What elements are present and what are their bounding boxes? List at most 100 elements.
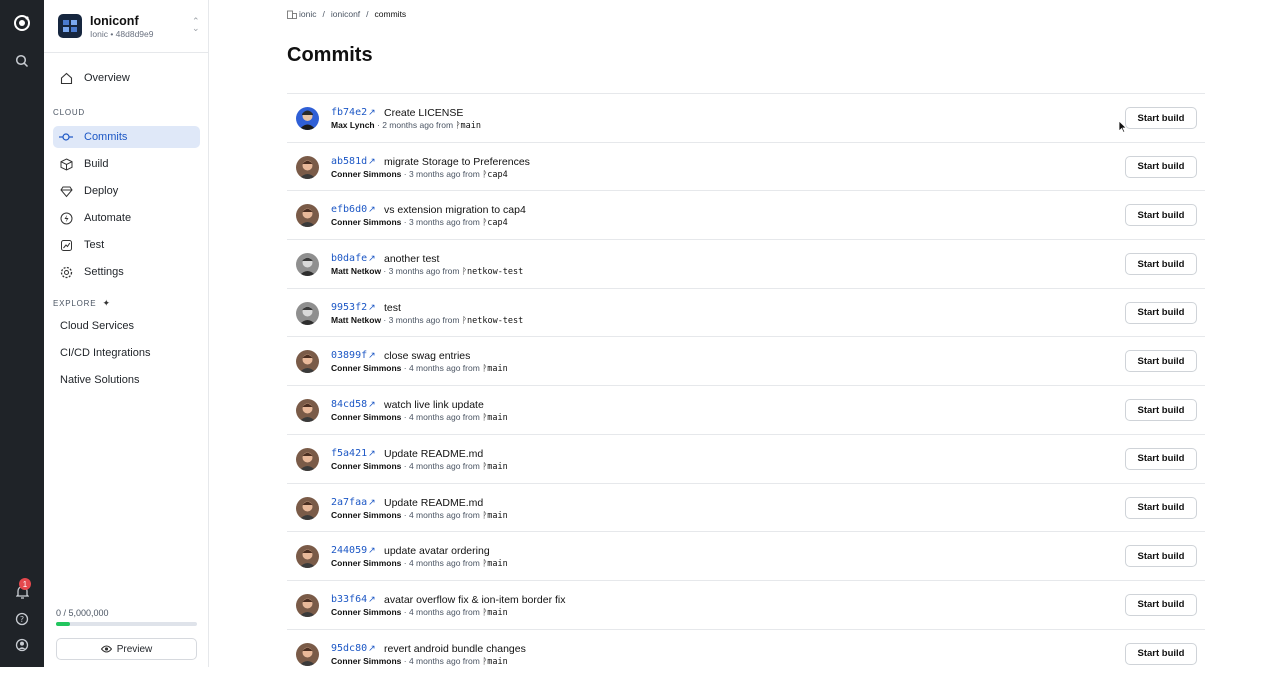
commit-hash-link[interactable]: 84cd58↗ xyxy=(331,399,376,410)
commit-meta: Conner Simmons · 4 months ago from ᚹmain xyxy=(331,363,508,375)
commit-row: f5a421↗ Update README.md Conner Simmons · … xyxy=(287,433,1205,483)
commit-author: Matt Netkow xyxy=(331,266,382,277)
commit-hash-link[interactable]: ab581d↗ xyxy=(331,156,376,167)
cube-icon xyxy=(55,157,77,171)
commit-row: b33f64↗ avatar overflow fix & ion-item bo… xyxy=(287,579,1205,629)
commit-message: another test xyxy=(384,253,440,266)
commit-time: 2 months ago from xyxy=(382,120,454,130)
commit-time: 4 months ago from xyxy=(408,363,480,374)
start-build-button[interactable]: Start build xyxy=(1125,253,1197,276)
commit-hash-link[interactable]: 9953f2↗ xyxy=(331,302,376,313)
commit-meta: Conner Simmons · 4 months ago from ᚹmain xyxy=(331,412,508,424)
start-build-button[interactable]: Start build xyxy=(1125,496,1197,519)
commit-time: 3 months ago from xyxy=(388,266,460,277)
external-link-icon: ↗ xyxy=(368,156,376,167)
nav-overview-label: Overview xyxy=(84,72,130,84)
commit-time: 4 months ago from xyxy=(408,509,480,520)
start-build-button[interactable]: Start build xyxy=(1125,301,1197,324)
nav-test-label: Test xyxy=(84,239,105,251)
bolt-icon xyxy=(55,212,77,225)
commit-hash-link[interactable]: 95dc80↗ xyxy=(331,643,376,654)
breadcrumb-org[interactable]: ionic xyxy=(299,9,316,19)
avatar xyxy=(296,545,319,569)
start-build-button[interactable]: Start build xyxy=(1125,204,1197,227)
nav-overview[interactable]: Overview xyxy=(53,67,200,89)
app-subtitle: Ionic • 48d8d9e9 xyxy=(90,29,154,39)
search-icon[interactable] xyxy=(12,51,32,71)
commit-hash-link[interactable]: efb6d0↗ xyxy=(331,204,376,215)
commit-meta: Conner Simmons · 4 months ago from ᚹmain xyxy=(331,460,508,472)
start-build-button[interactable]: Start build xyxy=(1125,447,1197,470)
commit-message: test xyxy=(384,301,401,314)
breadcrumb: ionic / ioniconf / commits xyxy=(287,9,406,19)
start-build-button[interactable]: Start build xyxy=(1125,545,1197,568)
mouse-cursor-icon xyxy=(1118,120,1128,138)
app-switcher[interactable]: Ioniconf Ionic • 48d8d9e9 ⌃ ⌄ xyxy=(58,14,200,40)
commit-author: Conner Simmons xyxy=(331,168,402,179)
start-build-button[interactable]: Start build xyxy=(1125,350,1197,373)
commit-hash-link[interactable]: fb74e2↗ xyxy=(331,107,376,118)
external-link-icon: ↗ xyxy=(368,400,376,411)
commit-hash-link[interactable]: f5a421↗ xyxy=(331,448,376,459)
external-link-icon: ↗ xyxy=(368,594,376,605)
external-link-icon: ↗ xyxy=(368,546,376,557)
commit-hash-link[interactable]: 03899f↗ xyxy=(331,350,376,361)
commit-branch: main xyxy=(487,559,508,570)
commit-meta: Max Lynch · 2 months ago from ᚹmain xyxy=(331,120,482,131)
commit-branch: netkow-test xyxy=(466,267,524,278)
commit-branch: main xyxy=(460,121,482,131)
commit-message: migrate Storage to Preferences xyxy=(384,155,530,168)
start-build-button[interactable]: Start build xyxy=(1125,642,1197,665)
commit-message: watch live link update xyxy=(384,399,484,412)
commit-message: update avatar ordering xyxy=(384,545,490,558)
commit-hash-link[interactable]: 2a7faa↗ xyxy=(331,497,376,508)
start-build-button[interactable]: Start build xyxy=(1125,593,1197,616)
avatar xyxy=(296,204,319,228)
preview-button[interactable]: Preview xyxy=(56,638,197,660)
commit-row: b0dafe↗ another test Matt Netkow · 3 month… xyxy=(287,239,1205,288)
explore-native-solutions[interactable]: Native Solutions xyxy=(60,374,140,386)
external-link-icon: ↗ xyxy=(368,351,376,362)
commit-message: Update README.md xyxy=(384,496,484,509)
breadcrumb-app[interactable]: ioniconf xyxy=(331,9,360,19)
commit-hash-link[interactable]: b33f64↗ xyxy=(331,594,376,605)
commit-time: 3 months ago from xyxy=(408,217,480,228)
commit-hash-link[interactable]: b0dafe↗ xyxy=(331,253,376,264)
diamond-icon xyxy=(55,185,77,198)
commit-hash: 2a7faa xyxy=(331,496,368,508)
nav-test[interactable]: Test xyxy=(53,234,200,256)
breadcrumb-separator: / xyxy=(322,9,325,19)
commit-hash-link[interactable]: 244059↗ xyxy=(331,545,376,556)
commit-message: avatar overflow fix & ion-item border fi… xyxy=(384,593,566,606)
nav-commits[interactable]: Commits xyxy=(53,126,200,148)
avatar xyxy=(296,155,319,179)
account-icon[interactable] xyxy=(12,635,32,655)
explore-cloud-services[interactable]: Cloud Services xyxy=(60,320,134,332)
commit-time: 3 months ago from xyxy=(388,314,460,325)
nav-settings[interactable]: Settings xyxy=(53,261,200,283)
commit-hash: 84cd58 xyxy=(331,399,368,411)
commit-author: Conner Simmons xyxy=(331,655,402,666)
help-icon[interactable]: ? xyxy=(12,609,32,629)
commit-author: Max Lynch xyxy=(331,120,375,130)
commit-time: 4 months ago from xyxy=(408,655,480,666)
start-build-button[interactable]: Start build xyxy=(1125,155,1197,178)
nav-build[interactable]: Build xyxy=(53,153,200,175)
commit-message: close swag entries xyxy=(384,350,471,363)
avatar xyxy=(296,399,319,423)
nav-automate[interactable]: Automate xyxy=(53,207,200,229)
explore-cicd-integrations[interactable]: CI/CD Integrations xyxy=(60,347,150,359)
nav-build-label: Build xyxy=(84,158,109,170)
start-build-button[interactable]: Start build xyxy=(1125,399,1197,422)
nav-deploy-label: Deploy xyxy=(84,185,119,197)
nav-deploy[interactable]: Deploy xyxy=(53,180,200,202)
gear-icon xyxy=(55,266,77,279)
commit-row: efb6d0↗ vs extension migration to cap4 Con… xyxy=(287,190,1205,239)
start-build-button[interactable]: Start build xyxy=(1125,107,1197,129)
commit-branch: netkow-test xyxy=(466,315,524,326)
avatar xyxy=(296,301,319,325)
ionic-logo-icon[interactable] xyxy=(12,13,32,33)
icon-rail: 1 ? xyxy=(0,0,44,667)
external-link-icon: ↗ xyxy=(368,497,376,508)
commit-list: fb74e2↗ Create LICENSE Max Lynch · 2 month… xyxy=(287,93,1205,677)
